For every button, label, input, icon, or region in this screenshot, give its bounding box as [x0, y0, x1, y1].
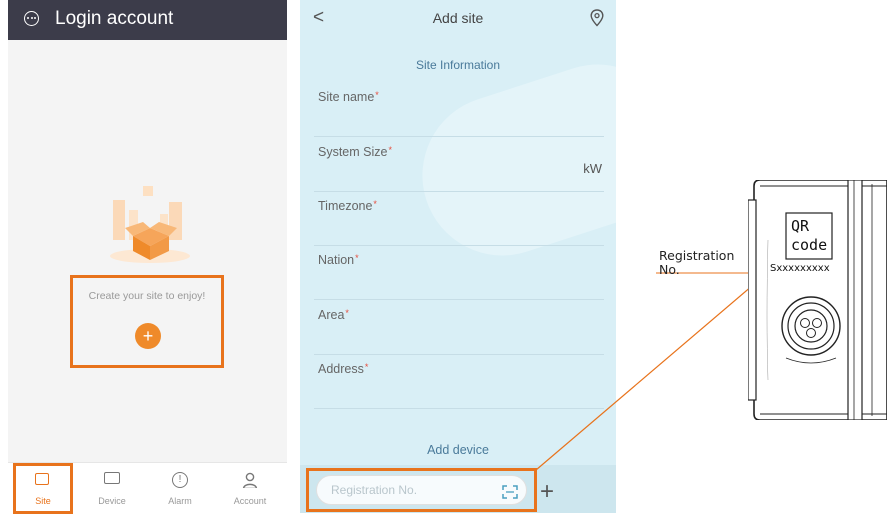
inverter-side-drawing [748, 180, 887, 420]
registration-number-callout: Registration No. [659, 249, 734, 277]
callout-text-line: No. [659, 262, 680, 277]
serial-number-label: Sxxxxxxxxx [770, 263, 830, 274]
qr-text-line: QR [791, 217, 810, 235]
qr-code-label: QR code [791, 217, 827, 255]
callout-text-line: Registration [659, 248, 735, 263]
qr-text-line: code [791, 236, 828, 254]
